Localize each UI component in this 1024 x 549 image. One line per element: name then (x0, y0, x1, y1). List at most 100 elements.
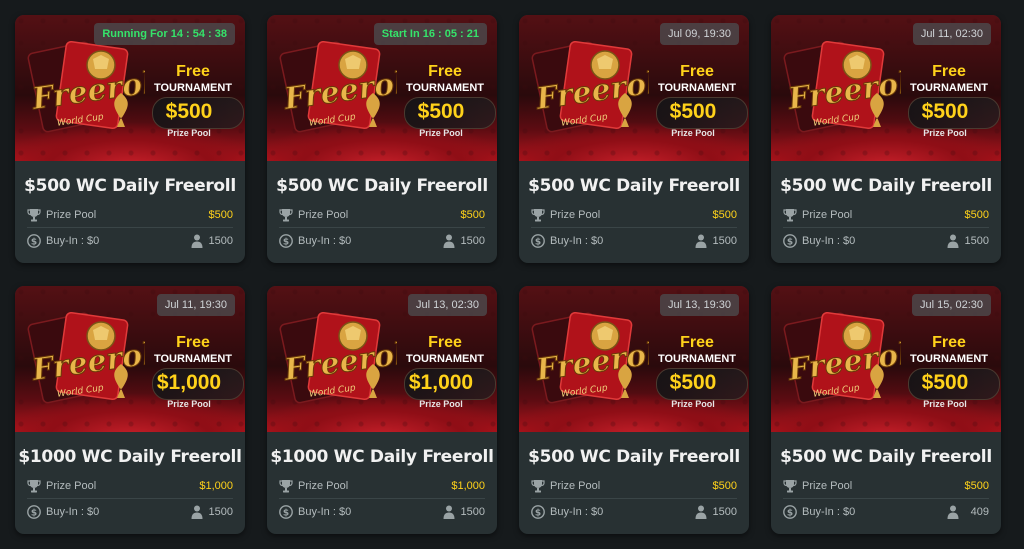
coin-dollar-icon: $ (531, 505, 545, 519)
player-icon (191, 505, 203, 519)
tournament-label: TOURNAMENT (909, 82, 988, 94)
tournament-title: $500 WC Daily Freeroll (276, 176, 488, 196)
coin-dollar-icon: $ (783, 505, 797, 519)
player-icon (695, 505, 707, 519)
coin-dollar-icon: $ (279, 234, 293, 248)
tournament-card[interactable]: Freeroll World Cup Start In 16 : 05 : 21… (267, 15, 497, 263)
buy-in-text: Buy-In : (298, 235, 336, 247)
trophy-icon (279, 209, 293, 222)
tournament-time-badge: Jul 11, 02:30 (912, 23, 991, 45)
banner-prize-pool-label: Prize Pool (167, 399, 211, 409)
prize-pool-value: $500 (964, 209, 989, 221)
trophy-icon (531, 209, 545, 222)
tournament-time-badge: Jul 13, 02:30 (408, 294, 487, 316)
banner-prize-amount: $500 (921, 100, 969, 123)
tournament-title: $500 WC Daily Freeroll (24, 176, 236, 196)
prize-pool-label: Prize Pool (802, 209, 853, 221)
tournament-banner: Freeroll World Cup Jul 15, 02:30 Free TO… (771, 286, 1001, 432)
buy-in-text: Buy-In : (550, 506, 588, 518)
buy-in-label: Buy-In : $0 (802, 231, 855, 251)
players-count: 1500 (460, 235, 485, 247)
players-count: 409 (970, 506, 989, 518)
prize-pool-row: Prize Pool $500 (783, 205, 989, 228)
players-count: 1500 (964, 235, 989, 247)
free-label: Free (932, 334, 966, 351)
svg-text:$: $ (283, 238, 289, 248)
svg-text:$: $ (283, 509, 289, 519)
banner-prize-amount: $500 (921, 371, 969, 394)
prize-pool-value: $1,000 (451, 480, 485, 492)
coin-dollar-icon: $ (531, 234, 545, 248)
trophy-icon (783, 480, 797, 493)
banner-prize-amount: $500 (669, 371, 717, 394)
buy-in-text: Buy-In : (298, 506, 336, 518)
buy-in-text: Buy-In : (802, 506, 840, 518)
trophy-icon (279, 480, 293, 493)
tournament-banner: Freeroll World Cup Jul 13, 19:30 Free TO… (519, 286, 749, 432)
prize-pool-row: Prize Pool $1,000 (279, 476, 485, 499)
player-icon (443, 234, 455, 248)
svg-text:$: $ (535, 509, 541, 519)
tournament-label: TOURNAMENT (657, 82, 736, 94)
tournament-card[interactable]: Freeroll World Cup Jul 11, 19:30 Free TO… (15, 286, 245, 534)
svg-text:$: $ (31, 238, 37, 248)
tournament-card[interactable]: Freeroll World Cup Jul 13, 19:30 Free TO… (519, 286, 749, 534)
free-label: Free (680, 63, 714, 80)
tournament-banner: Freeroll World Cup Jul 09, 19:30 Free TO… (519, 15, 749, 161)
tournament-card[interactable]: Freeroll World Cup Jul 15, 02:30 Free TO… (771, 286, 1001, 534)
svg-text:$: $ (31, 509, 37, 519)
tournament-card[interactable]: Freeroll World Cup Jul 11, 02:30 Free TO… (771, 15, 1001, 263)
buy-in-label: Buy-In : $0 (298, 231, 351, 251)
tournament-title: $1000 WC Daily Freeroll (18, 447, 242, 467)
buy-in-row: $ Buy-In : $0 1500 (27, 231, 233, 253)
coin-dollar-icon: $ (27, 505, 41, 519)
coin-dollar-icon: $ (279, 505, 293, 519)
prize-pool-row: Prize Pool $500 (531, 476, 737, 499)
buy-in-text: Buy-In : (46, 235, 84, 247)
buy-in-row: $ Buy-In : $0 1500 (279, 231, 485, 253)
tournament-label: TOURNAMENT (657, 353, 736, 365)
free-label: Free (932, 63, 966, 80)
players-count: 1500 (208, 235, 233, 247)
player-icon (443, 505, 455, 519)
tournament-card[interactable]: Freeroll World Cup Jul 09, 19:30 Free TO… (519, 15, 749, 263)
prize-pool-row: Prize Pool $1,000 (27, 476, 233, 499)
buy-in-label: Buy-In : $0 (550, 502, 603, 522)
freeroll-logo: Freeroll World Cup (279, 312, 397, 404)
buy-in-value: $0 (86, 235, 100, 247)
prize-pool-value: $500 (712, 209, 737, 221)
tournament-card[interactable]: Freeroll World Cup Jul 13, 02:30 Free TO… (267, 286, 497, 534)
prize-pool-value: $500 (460, 209, 485, 221)
free-label: Free (176, 334, 210, 351)
buy-in-value: $0 (338, 235, 352, 247)
prize-pool-value: $500 (964, 480, 989, 492)
banner-prize-pool-label: Prize Pool (167, 128, 211, 138)
prize-pool-label: Prize Pool (802, 480, 853, 492)
prize-pool-row: Prize Pool $500 (531, 205, 737, 228)
buy-in-label: Buy-In : $0 (46, 231, 99, 251)
buy-in-value: $0 (590, 235, 604, 247)
tournament-title: $1000 WC Daily Freeroll (270, 447, 494, 467)
prize-pool-value: $1,000 (199, 480, 233, 492)
banner-prize-pool-label: Prize Pool (419, 128, 463, 138)
buy-in-value: $0 (842, 235, 856, 247)
banner-prize-pool-label: Prize Pool (671, 399, 715, 409)
players-count: 1500 (712, 506, 737, 518)
tournament-time-badge: Jul 11, 19:30 (156, 294, 235, 316)
freeroll-logo: Freeroll World Cup (531, 312, 649, 404)
buy-in-row: $ Buy-In : $0 1500 (783, 231, 989, 253)
player-icon (947, 234, 959, 248)
tournament-banner: Freeroll World Cup Jul 11, 02:30 Free TO… (771, 15, 1001, 161)
tournament-grid: Freeroll World Cup Running For 14 : 54 :… (0, 0, 1024, 549)
buy-in-row: $ Buy-In : $0 1500 (279, 502, 485, 524)
free-label: Free (176, 63, 210, 80)
prize-pool-label: Prize Pool (46, 209, 97, 221)
tournament-banner: Freeroll World Cup Jul 13, 02:30 Free TO… (267, 286, 497, 432)
prize-pool-row: Prize Pool $500 (279, 205, 485, 228)
player-icon (695, 234, 707, 248)
tournament-card[interactable]: Freeroll World Cup Running For 14 : 54 :… (15, 15, 245, 263)
player-icon (947, 505, 959, 519)
freeroll-logo: Freeroll World Cup (783, 312, 901, 404)
tournament-label: TOURNAMENT (153, 82, 232, 94)
trophy-icon (783, 209, 797, 222)
